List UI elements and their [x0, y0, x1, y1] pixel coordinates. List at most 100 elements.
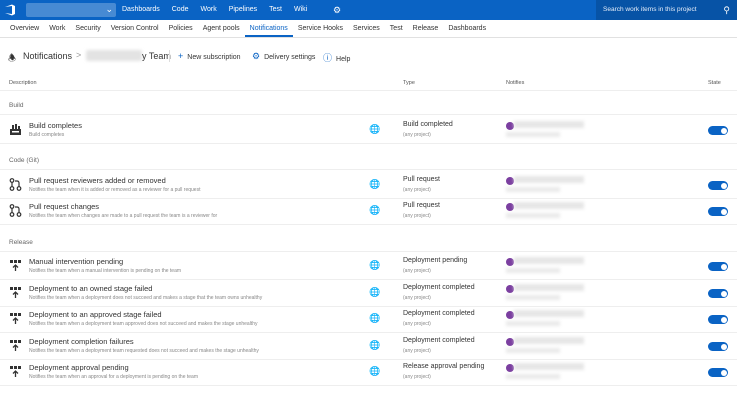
subscription-title: Deployment completion failures — [29, 337, 134, 346]
pull-request-icon — [9, 178, 22, 191]
avatar — [506, 338, 514, 346]
group-header-build: Build — [9, 102, 24, 109]
subscription-type: Deployment completed — [403, 284, 475, 291]
state-toggle[interactable] — [708, 207, 728, 216]
state-toggle[interactable] — [708, 315, 728, 324]
redacted-notifies — [514, 202, 584, 209]
redacted-notifies-detail — [506, 268, 560, 273]
new-subscription-button[interactable]: + New subscription — [178, 51, 241, 61]
azure-devops-logo-icon[interactable] — [3, 3, 17, 17]
subscription-project: (any project) — [403, 187, 431, 193]
avatar — [506, 311, 514, 319]
subscription-description: Notifies the team when it is added or re… — [29, 187, 201, 193]
settings-tabs: Overview Work Security Version Control P… — [0, 20, 737, 38]
state-toggle[interactable] — [708, 368, 728, 377]
top-bar: ⌄ Dashboards Code Work Pipelines Test Wi… — [0, 0, 737, 20]
state-toggle[interactable] — [708, 342, 728, 351]
settings-icon: ⚙ — [252, 51, 261, 61]
delivery-settings-button[interactable]: ⚙ Delivery settings — [252, 51, 315, 62]
help-button[interactable]: ⓘ Help — [323, 51, 350, 64]
globe-icon: 🌐 — [369, 179, 381, 189]
column-type: Type — [403, 80, 415, 86]
redacted-notifies-detail — [506, 295, 560, 300]
avatar — [506, 177, 514, 185]
subscription-description: Notifies the team when a deployment does… — [29, 295, 263, 301]
subscription-row[interactable]: Deployment approval pending Notifies the … — [0, 359, 737, 385]
subscription-row[interactable]: Deployment completion failures Notifies t… — [0, 333, 737, 359]
help-label: Help — [336, 56, 351, 63]
state-toggle[interactable] — [708, 181, 728, 190]
subscription-title: Manual intervention pending — [29, 257, 124, 266]
subscription-row[interactable]: Deployment to an owned stage failed Notif… — [0, 280, 737, 306]
help-icon: ⓘ — [323, 53, 333, 63]
subscription-description: Notifies the team when a deployment team… — [29, 348, 259, 354]
state-toggle[interactable] — [708, 126, 728, 135]
redacted-notifies — [514, 337, 584, 344]
state-toggle[interactable] — [708, 262, 728, 271]
state-toggle[interactable] — [708, 289, 728, 298]
subscription-row[interactable]: Build completes Build completes 🌐 Build com… — [0, 117, 737, 143]
tab-test[interactable]: Test — [385, 20, 408, 37]
divider — [169, 50, 170, 62]
chevron-down-icon: ⌄ — [105, 4, 113, 14]
header-divider — [0, 90, 737, 91]
build-icon — [9, 123, 22, 136]
group-header-code-git: Code (Git) — [9, 157, 39, 164]
row-divider — [0, 224, 737, 225]
subscription-description: Notifies the team when a manual interven… — [29, 268, 182, 274]
hub-pipelines[interactable]: Pipelines — [223, 0, 263, 20]
row-divider — [0, 385, 737, 386]
hub-code[interactable]: Code — [166, 0, 195, 20]
globe-icon: 🌐 — [369, 260, 381, 270]
group-divider — [0, 114, 737, 115]
tab-dashboards[interactable]: Dashboards — [443, 20, 491, 37]
release-icon — [9, 365, 22, 378]
subscription-row[interactable]: Deployment to an approved stage failed No… — [0, 306, 737, 332]
redacted-notifies-detail — [506, 348, 560, 353]
release-icon — [9, 286, 22, 299]
tab-release[interactable]: Release — [408, 20, 444, 37]
search-icon[interactable]: ⚲ — [723, 0, 730, 20]
search-placeholder: Search work items in this project — [603, 6, 697, 13]
hub-nav: Dashboards Code Work Pipelines Test Wiki — [116, 0, 313, 20]
pull-request-icon — [9, 204, 22, 217]
tab-notifications[interactable]: Notifications — [244, 20, 293, 37]
hub-wiki[interactable]: Wiki — [288, 0, 313, 20]
tab-agent-pools[interactable]: Agent pools — [198, 20, 245, 37]
subscription-type: Build completed — [403, 121, 453, 128]
group-divider — [0, 169, 737, 170]
page-title: Notifications — [23, 51, 73, 61]
subscription-title: Build completes — [29, 121, 82, 130]
globe-icon: 🌐 — [369, 287, 381, 297]
subscription-row[interactable]: Pull request reviewers added or removed N… — [0, 172, 737, 198]
hub-work[interactable]: Work — [194, 0, 222, 20]
tab-service-hooks[interactable]: Service Hooks — [293, 20, 348, 37]
row-divider — [0, 143, 737, 144]
redacted-notifies-detail — [506, 374, 560, 379]
new-subscription-label: New subscription — [187, 54, 241, 61]
project-selector[interactable]: ⌄ — [26, 3, 116, 17]
subscription-project: (any project) — [403, 374, 431, 380]
hub-test[interactable]: Test — [263, 0, 288, 20]
tab-overview[interactable]: Overview — [5, 20, 44, 37]
subscription-description: Build completes — [29, 132, 65, 138]
subscription-project: (any project) — [403, 213, 431, 219]
globe-icon: 🌐 — [369, 205, 381, 215]
subscription-description: Notifies the team when an approval for a… — [29, 374, 198, 380]
search-box[interactable]: Search work items in this project ⚲ — [596, 0, 737, 20]
subscription-row[interactable]: Pull request changes Notifies the team wh… — [0, 198, 737, 224]
tab-version-control[interactable]: Version Control — [106, 20, 164, 37]
tab-services[interactable]: Services — [348, 20, 385, 37]
tab-work[interactable]: Work — [44, 20, 70, 37]
plus-icon: + — [178, 51, 184, 61]
tab-security[interactable]: Security — [70, 20, 105, 37]
release-icon — [9, 259, 22, 272]
subscription-project: (any project) — [403, 348, 431, 354]
redacted-notifies — [514, 121, 584, 128]
subscription-row[interactable]: Manual intervention pending Notifies the … — [0, 253, 737, 279]
hub-dashboards[interactable]: Dashboards — [116, 0, 166, 20]
gear-icon[interactable]: ⚙ — [333, 0, 341, 20]
tab-policies[interactable]: Policies — [164, 20, 198, 37]
globe-icon: 🌐 — [369, 340, 381, 350]
avatar — [506, 285, 514, 293]
